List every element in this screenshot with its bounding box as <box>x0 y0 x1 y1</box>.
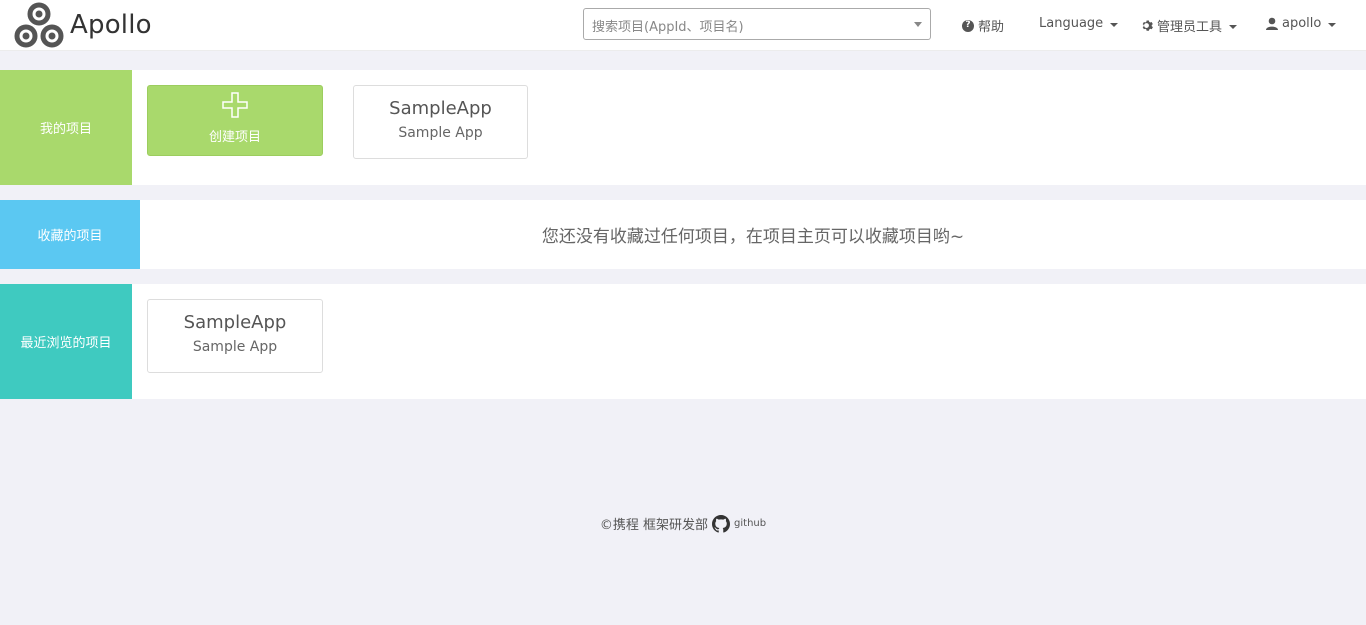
caret-down-icon[interactable] <box>914 22 922 27</box>
search-placeholder: 搜索项目(AppId、项目名) <box>592 20 744 35</box>
apollo-logo[interactable]: Apollo <box>14 2 152 48</box>
project-name: Sample App <box>398 125 483 141</box>
chevron-down-icon <box>1110 22 1119 27</box>
project-app-id: SampleApp <box>183 312 287 333</box>
recent-projects-label: 最近浏览的项目 <box>0 284 132 399</box>
plus-icon <box>222 92 248 118</box>
footer-copyright: ©携程 框架研发部 <box>599 518 709 533</box>
admin-tools-dropdown[interactable]: 管理员工具 <box>1140 16 1238 35</box>
language-label: Language <box>1039 16 1104 31</box>
user-icon <box>1266 17 1278 30</box>
project-card[interactable]: SampleApp Sample App <box>353 85 528 159</box>
chevron-down-icon <box>1229 24 1238 29</box>
recent-projects-section: 最近浏览的项目 SampleApp Sample App <box>0 284 1366 399</box>
user-label: apollo <box>1282 16 1322 31</box>
create-project-button[interactable]: 创建项目 <box>147 85 323 156</box>
admin-tools-label: 管理员工具 <box>1157 20 1223 35</box>
github-icon[interactable] <box>712 514 731 533</box>
apollo-logo-icon <box>14 2 64 48</box>
favorite-projects-label: 收藏的项目 <box>0 200 140 269</box>
search-input[interactable]: 搜索项目(AppId、项目名) <box>583 8 931 40</box>
project-name: Sample App <box>192 339 278 355</box>
navbar: Apollo 搜索项目(AppId、项目名) ? 帮助 Language 管理员… <box>0 0 1366 51</box>
favorite-empty-message: 您还没有收藏过任何项目，在项目主页可以收藏项目哟~ <box>541 227 965 247</box>
github-link[interactable]: github <box>734 518 766 529</box>
footer: ©携程 框架研发部 github <box>0 514 1366 533</box>
language-dropdown[interactable]: Language <box>1039 16 1119 31</box>
app-logo-text: Apollo <box>70 10 152 40</box>
create-project-label: 创建项目 <box>208 130 261 145</box>
help-label: 帮助 <box>978 20 1005 35</box>
question-circle-icon: ? <box>962 19 974 32</box>
help-link[interactable]: ? 帮助 <box>962 16 1004 35</box>
user-dropdown[interactable]: apollo <box>1266 16 1337 31</box>
chevron-down-icon <box>1328 22 1337 27</box>
project-card[interactable]: SampleApp Sample App <box>147 299 323 373</box>
favorite-projects-section: 收藏的项目 您还没有收藏过任何项目，在项目主页可以收藏项目哟~ <box>0 200 1366 269</box>
gear-icon <box>1142 20 1153 31</box>
my-projects-section: 我的项目 创建项目 SampleApp Sample App <box>0 70 1366 185</box>
project-app-id: SampleApp <box>389 98 492 119</box>
my-projects-label: 我的项目 <box>0 70 132 185</box>
